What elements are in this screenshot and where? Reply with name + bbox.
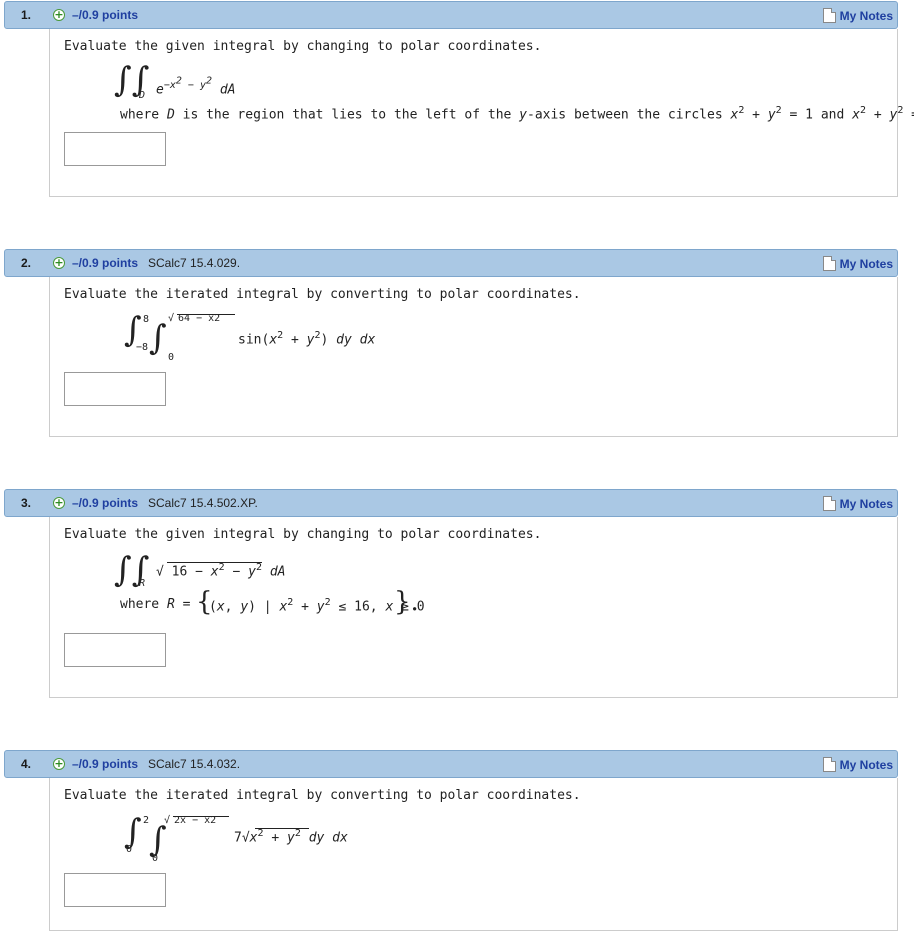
question-prompt: Evaluate the iterated integral by conver…: [64, 287, 581, 302]
points-link[interactable]: –/0.9 points: [72, 256, 138, 270]
question-source: SCalc7 15.4.029.: [148, 256, 241, 270]
integrand-expression: e−x2 − y2 dA: [156, 76, 236, 98]
my-notes-button[interactable]: My Notes: [822, 7, 893, 24]
question-source: SCalc7 15.4.032.: [148, 757, 241, 771]
question-number: 4.: [21, 757, 32, 771]
region-description: where D is the region that lies to the l…: [120, 105, 914, 123]
answer-input[interactable]: [64, 372, 166, 406]
answer-input[interactable]: [64, 132, 166, 166]
points-link[interactable]: –/0.9 points: [72, 496, 138, 510]
question-prompt: Evaluate the given integral by changing …: [64, 527, 542, 542]
question-prompt: Evaluate the iterated integral by conver…: [64, 788, 581, 803]
answer-input[interactable]: [64, 633, 166, 667]
expand-plus-icon[interactable]: +: [53, 9, 65, 21]
expand-plus-icon[interactable]: +: [53, 758, 65, 770]
inner-lower-limit: 0: [152, 853, 159, 864]
notes-icon: [822, 8, 836, 23]
right-brace: }.: [394, 587, 419, 617]
integrand-expression: sin(x2 + y2) dy dx: [238, 330, 376, 348]
question-header: 4. + –/0.9 points SCalc7 15.4.032. My No…: [4, 750, 898, 778]
notes-icon: [822, 496, 836, 511]
where-prefix: where R =: [120, 597, 191, 612]
expand-plus-icon[interactable]: +: [53, 497, 65, 509]
notes-icon: [822, 256, 836, 271]
question-number: 3.: [21, 496, 32, 510]
my-notes-label: My Notes: [839, 256, 893, 271]
question-header: 2. + –/0.9 points SCalc7 15.4.029. My No…: [4, 249, 898, 277]
my-notes-label: My Notes: [839, 8, 893, 23]
integrand-expression: √ 16 − x2 − y2 dA: [156, 562, 286, 580]
points-link[interactable]: –/0.9 points: [72, 8, 138, 22]
my-notes-button[interactable]: My Notes: [822, 756, 893, 773]
outer-lower-limit: 0: [126, 844, 133, 855]
region-set: (x, y) | x2 + y2 ≤ 16, x ≥ 0: [209, 597, 425, 615]
region-subscript: R: [139, 578, 146, 589]
question-prompt: Evaluate the given integral by changing …: [64, 39, 542, 54]
my-notes-button[interactable]: My Notes: [822, 495, 893, 512]
outer-lower-limit: −8: [136, 342, 149, 353]
question-number: 2.: [21, 256, 32, 270]
question-header: 3. + –/0.9 points SCalc7 15.4.502.XP. My…: [4, 489, 898, 517]
question-source: SCalc7 15.4.502.XP.: [148, 496, 258, 510]
inner-integral-sign: ∫: [149, 318, 167, 358]
question-header: 1. + –/0.9 points My Notes: [4, 1, 898, 29]
inner-upper-limit: √ 64 − x2: [168, 313, 235, 324]
my-notes-label: My Notes: [839, 496, 893, 511]
answer-input[interactable]: [64, 873, 166, 907]
inner-lower-limit: 0: [168, 352, 175, 363]
points-link[interactable]: –/0.9 points: [72, 757, 138, 771]
notes-icon: [822, 757, 836, 772]
expand-plus-icon[interactable]: +: [53, 257, 65, 269]
region-subscript: D: [139, 90, 146, 101]
my-notes-button[interactable]: My Notes: [822, 255, 893, 272]
my-notes-label: My Notes: [839, 757, 893, 772]
integrand-expression: 7√ x2 + y2 dy dx: [234, 828, 348, 846]
inner-upper-limit: √ 2x − x2: [164, 815, 229, 826]
question-number: 1.: [21, 8, 32, 22]
